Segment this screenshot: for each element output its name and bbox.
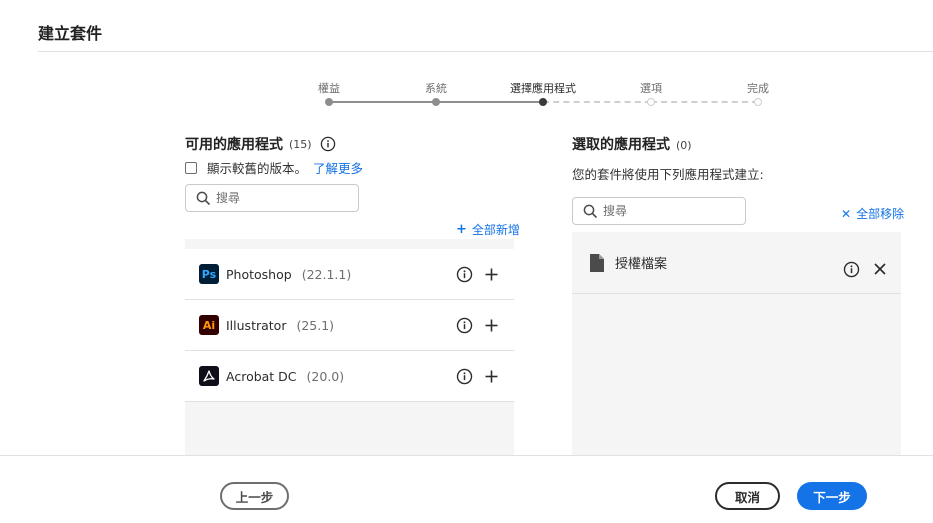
selected-apps-heading: 選取的應用程式 (0) [572,134,692,154]
app-row-acrobat: Acrobat DC (20.0) [185,351,514,402]
info-icon[interactable] [456,266,473,283]
info-icon[interactable] [456,317,473,334]
step-label-finish: 完成 [747,82,769,95]
step-label-options: 選項 [640,82,662,95]
info-icon[interactable] [320,136,336,152]
app-version: (22.1.1) [301,266,352,282]
available-apps-count: (15) [289,137,312,151]
selected-apps-description: 您的套件將使用下列應用程式建立: [572,167,764,182]
add-all-button[interactable]: + 全部新增 [456,221,520,238]
step-connector [543,101,651,103]
step-dot-options [647,98,655,106]
acrobat-icon [199,366,219,386]
app-name: Illustrator [226,317,287,333]
cancel-button[interactable]: 取消 [715,482,780,510]
step-connector [329,101,436,103]
search-icon [583,204,597,218]
create-package-page: 建立套件 權益 系統 選擇應用程式 選項 完成 可用的應用程式 (15) 顯示較… [0,0,933,523]
next-button[interactable]: 下一步 [797,482,867,510]
step-label-entitlements: 權益 [318,82,340,95]
available-apps-title: 可用的應用程式 [185,137,283,153]
learn-more-link[interactable]: 了解更多 [313,158,363,177]
info-icon[interactable] [456,368,473,385]
available-apps-list: Ps Photoshop (22.1.1) Ai Illustrator (25… [185,239,514,455]
footer: 上一步 取消 下一步 [0,456,933,523]
selected-search-box[interactable] [572,197,746,225]
license-file-label: 授權檔案 [615,257,668,272]
info-icon[interactable] [843,261,860,278]
app-version: (25.1) [296,317,335,333]
add-icon[interactable] [484,267,499,282]
license-file-row: 授權檔案 [572,232,901,294]
plus-icon: + [456,222,467,237]
selected-apps-title: 選取的應用程式 [572,137,670,153]
step-dot-choose-apps [539,98,547,106]
photoshop-icon: Ps [199,264,219,284]
step-dot-finish [754,98,762,106]
progress-stepper: 權益 系統 選擇應用程式 選項 完成 [0,0,933,110]
step-connector [651,101,758,103]
add-icon[interactable] [484,318,499,333]
illustrator-icon: Ai [199,315,219,335]
app-row-photoshop: Ps Photoshop (22.1.1) [185,249,514,300]
available-search-input[interactable] [216,191,336,205]
available-apps-heading: 可用的應用程式 (15) [185,134,336,154]
available-search-box[interactable] [185,184,359,212]
selected-search-input[interactable] [603,204,723,218]
search-icon [196,191,210,205]
add-icon[interactable] [484,369,499,384]
selected-apps-list: 授權檔案 [572,232,901,455]
selected-apps-count: (0) [676,139,692,152]
step-connector [436,101,543,103]
show-older-versions-row: 顯示較舊的版本。 了解更多 [185,158,363,177]
app-version: (20.0) [306,368,345,384]
show-older-versions-checkbox[interactable] [185,161,197,174]
add-all-label: 全部新增 [471,223,520,237]
back-button[interactable]: 上一步 [220,482,289,510]
step-label-system: 系統 [425,82,447,95]
remove-all-button[interactable]: ✕ 全部移除 [841,205,904,222]
step-dot-system [432,98,440,106]
close-icon: ✕ [841,206,852,221]
show-older-versions-label: 顯示較舊的版本。 [207,161,308,176]
remove-all-label: 全部移除 [856,207,905,221]
app-name: Photoshop [226,266,292,282]
app-name: Acrobat DC [226,368,297,384]
step-label-choose-apps: 選擇應用程式 [510,82,576,95]
app-row-illustrator: Ai Illustrator (25.1) [185,300,514,351]
step-dot-entitlements [325,98,333,106]
document-icon [590,253,604,272]
close-icon[interactable] [874,263,886,275]
